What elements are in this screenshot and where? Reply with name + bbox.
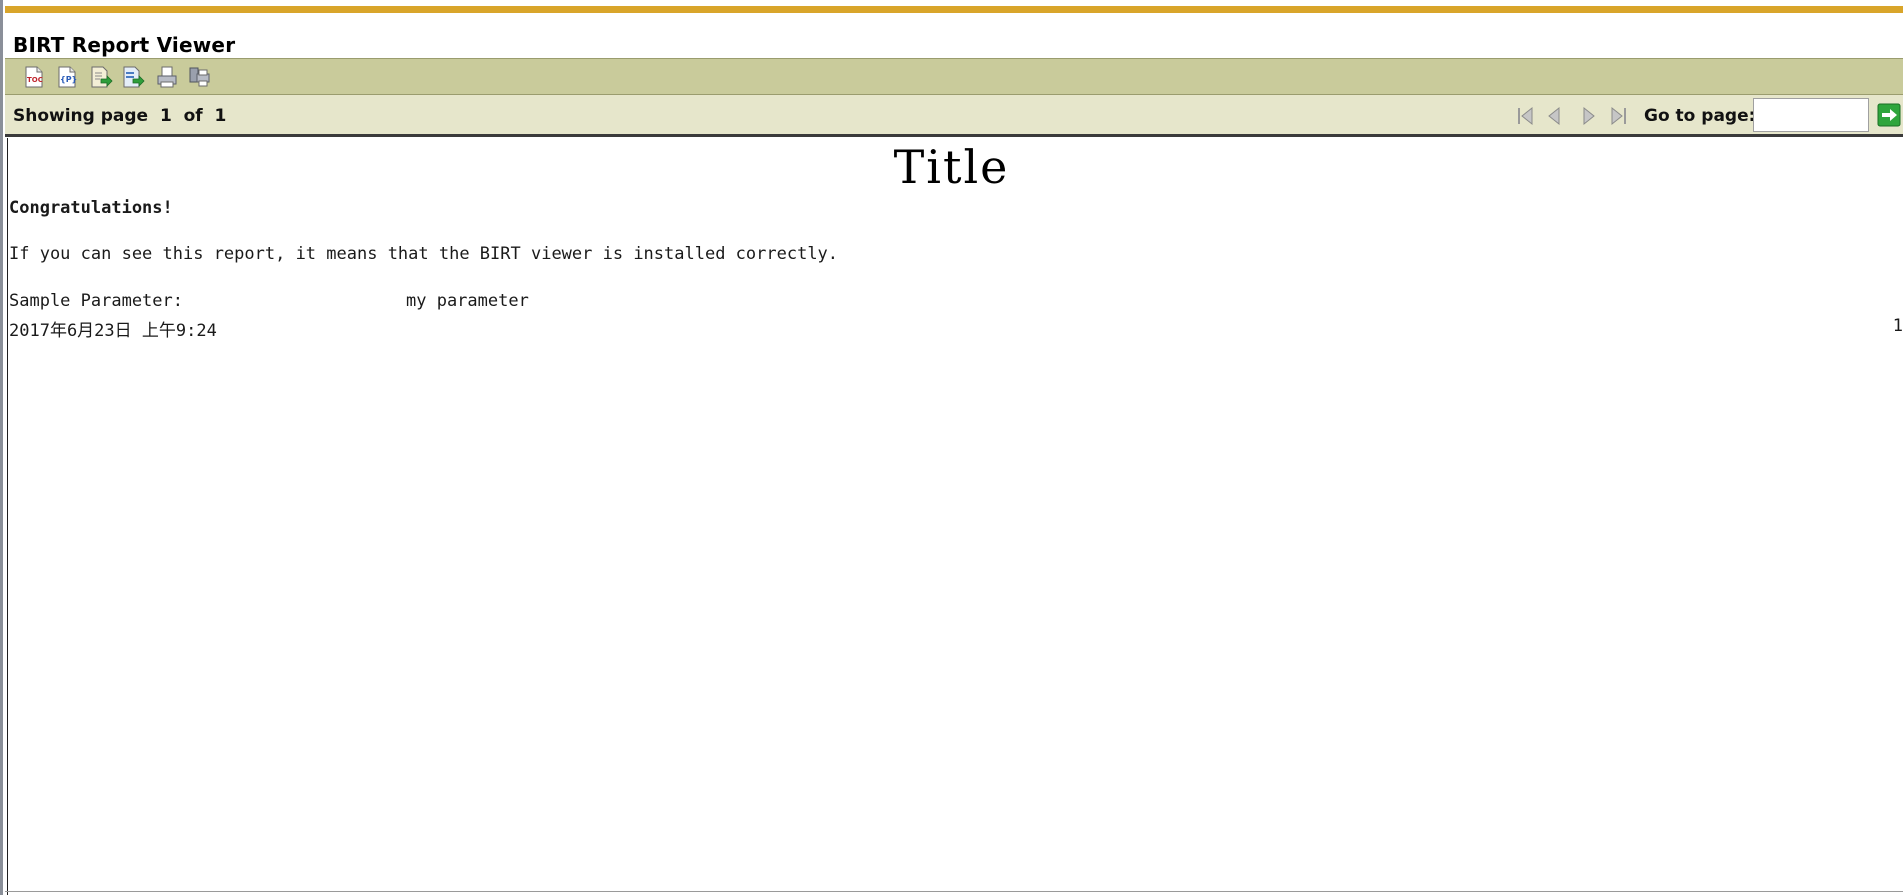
accent-top-bar: [5, 6, 1903, 13]
installed-message: If you can see this report, it means tha…: [9, 244, 839, 264]
print-icon[interactable]: [155, 65, 179, 89]
current-page: 1: [159, 106, 172, 126]
toc-icon[interactable]: TOC: [22, 65, 46, 89]
report-title: Title: [893, 140, 1010, 194]
goto-page-label: Go to page:: [1644, 106, 1756, 126]
sample-parameter-label: Sample Parameter:: [9, 291, 183, 311]
goto-arrow-icon[interactable]: [1877, 103, 1901, 127]
of-label: of: [183, 106, 203, 126]
export-report-icon[interactable]: [121, 65, 145, 89]
goto-page-input[interactable]: [1753, 98, 1869, 132]
toolbar: TOC {P}: [5, 58, 1903, 95]
next-page-icon[interactable]: [1576, 104, 1600, 128]
svg-text:TOC: TOC: [27, 76, 43, 84]
report-timestamp: 2017年6月23日 上午9:24: [9, 321, 217, 341]
report-page-number: 1: [1892, 316, 1903, 336]
print-server-icon[interactable]: [188, 65, 212, 89]
svg-text:{P}: {P}: [60, 75, 77, 84]
previous-page-icon[interactable]: [1543, 104, 1567, 128]
sample-parameter-value: my parameter: [406, 291, 529, 311]
last-page-icon[interactable]: [1606, 104, 1630, 128]
birt-viewer-window: BIRT Report Viewer TOC {P} Showing page …: [0, 0, 1903, 895]
bottom-border: [5, 891, 1903, 892]
export-data-icon[interactable]: [89, 65, 113, 89]
congratulations-text: Congratulations!: [9, 198, 173, 218]
title-area: [5, 13, 1903, 58]
report-left-border: [7, 138, 8, 895]
total-pages: 1: [214, 106, 227, 126]
page-info: Showing page 1 of 1: [13, 106, 226, 126]
showing-page-label: Showing page: [13, 106, 149, 126]
parameters-icon[interactable]: {P}: [55, 65, 79, 89]
window-left-edge: [0, 0, 3, 895]
first-page-icon[interactable]: [1514, 104, 1538, 128]
app-title: BIRT Report Viewer: [13, 33, 236, 57]
